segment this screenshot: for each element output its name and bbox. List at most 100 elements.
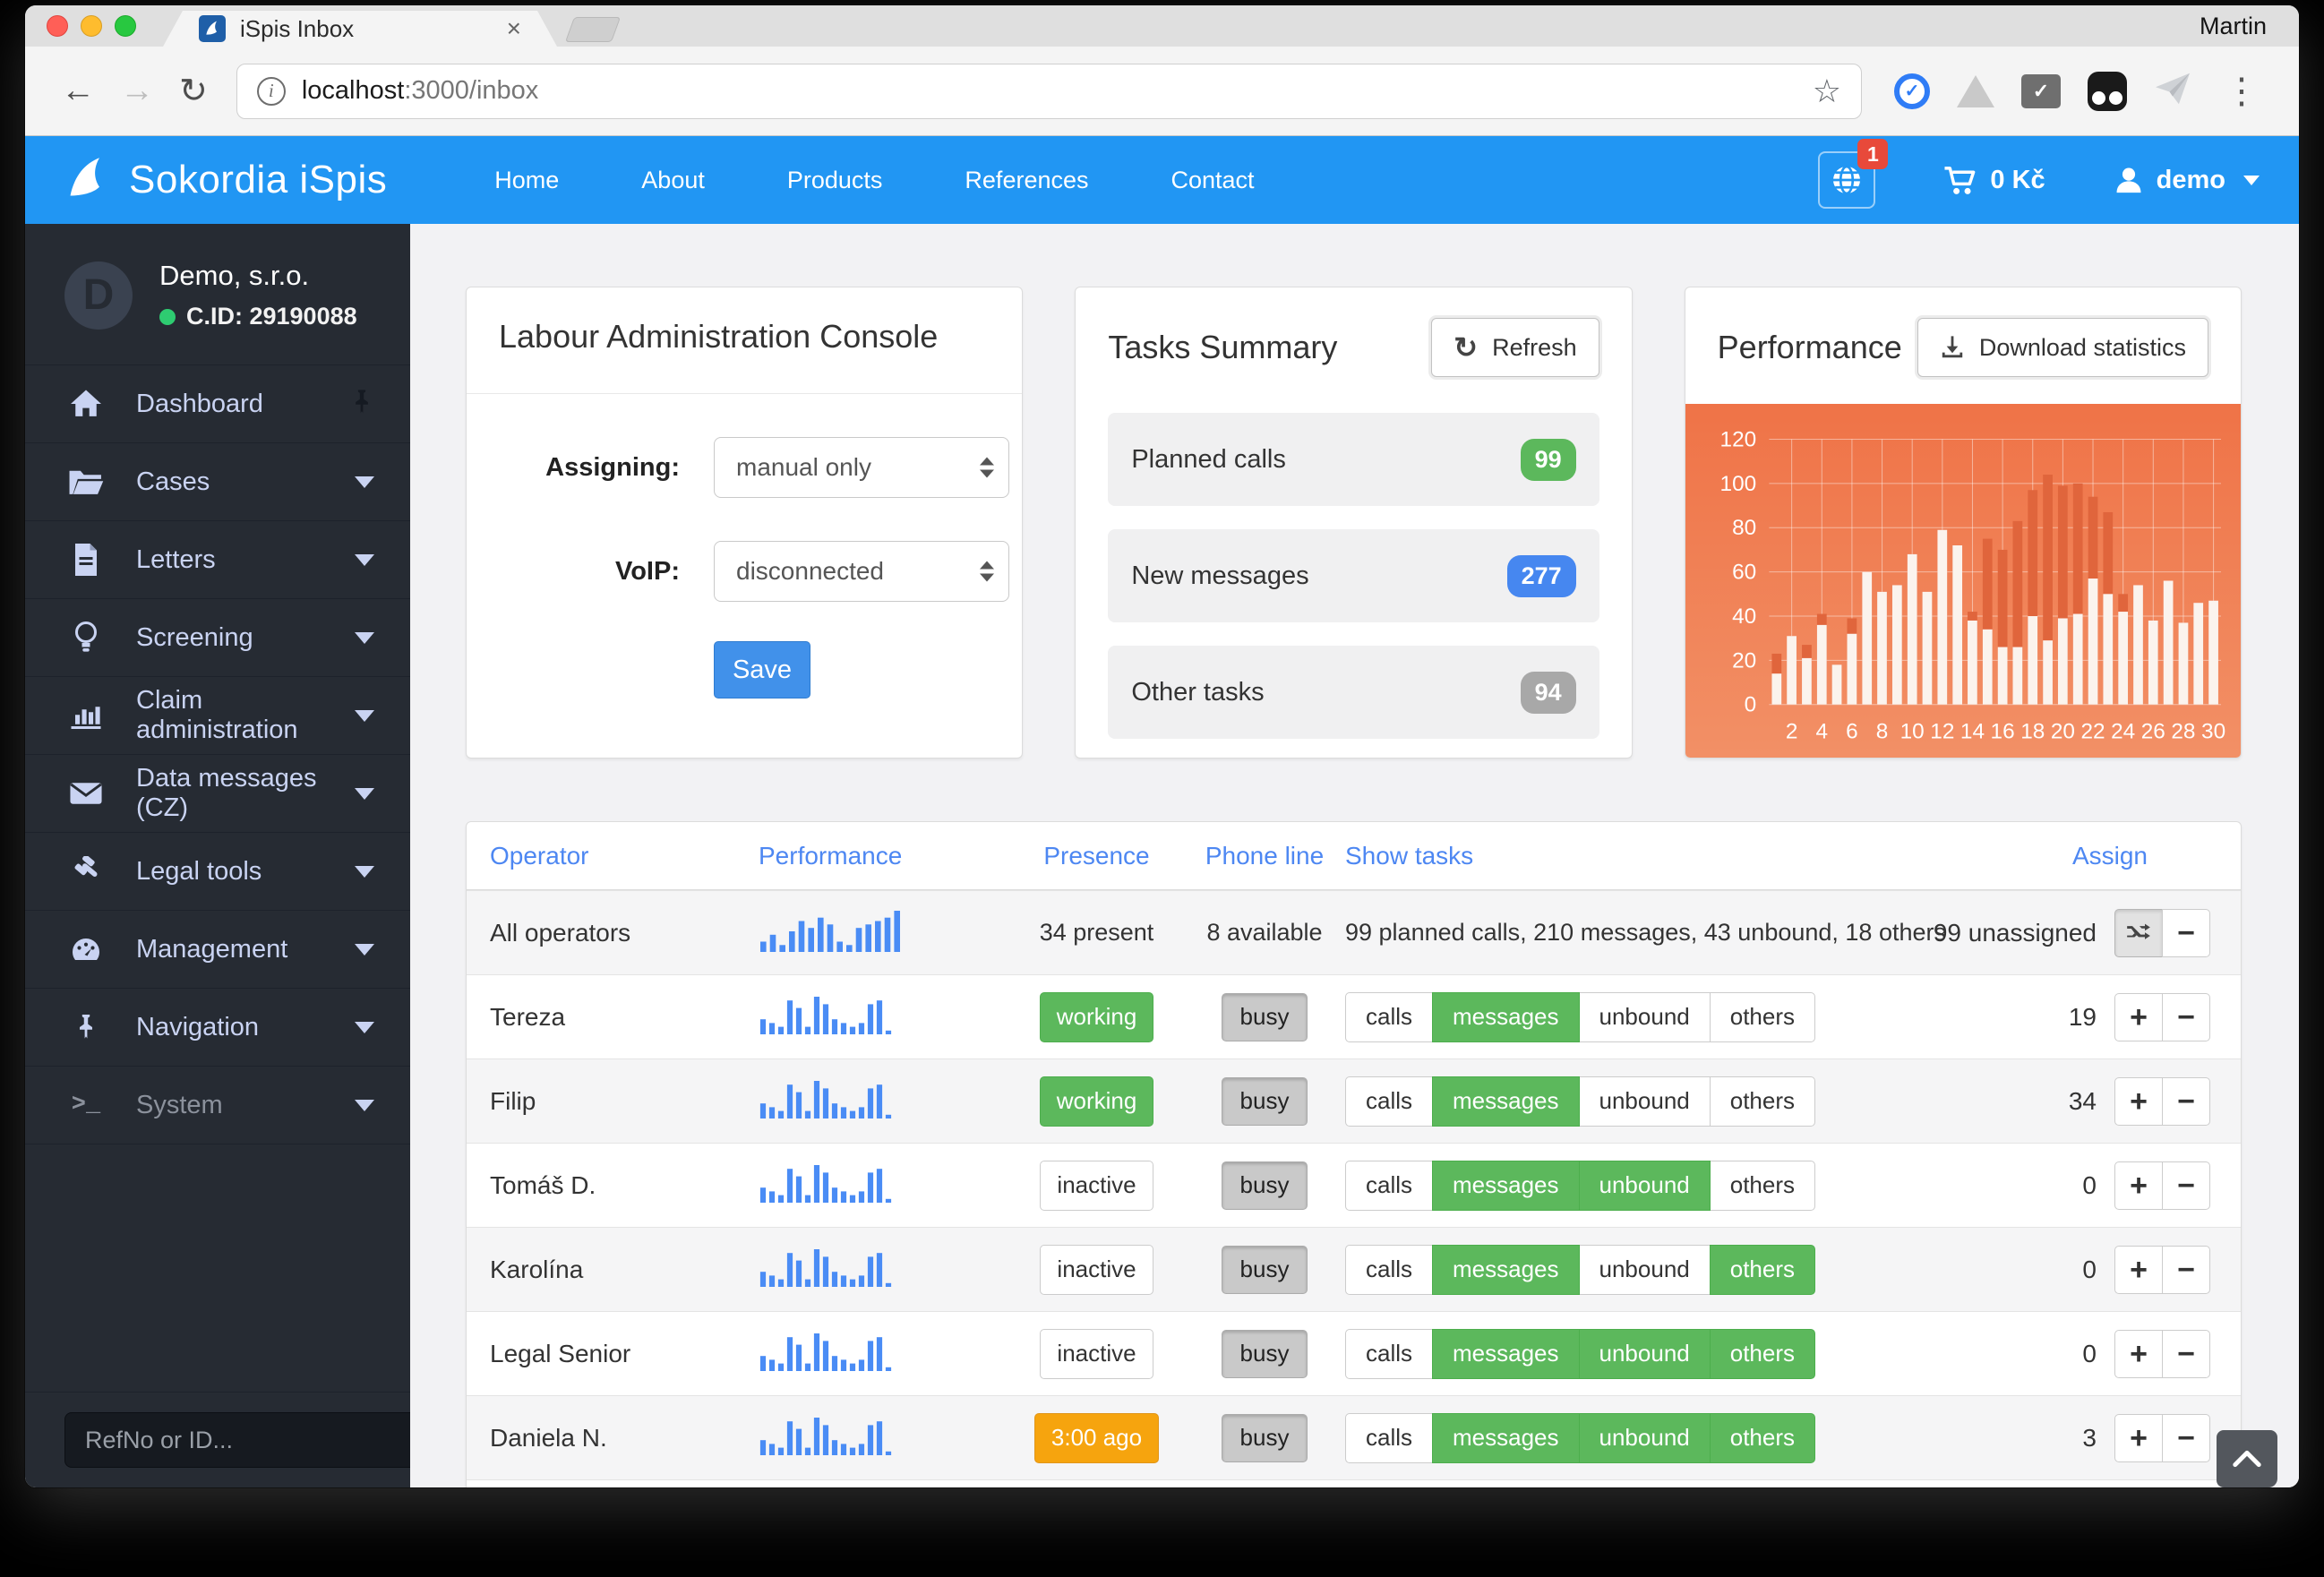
minimize-window-button[interactable]	[81, 15, 102, 37]
phone-line-button[interactable]: busy	[1222, 1414, 1308, 1462]
nav-link-contact[interactable]: Contact	[1171, 167, 1255, 194]
browser-profile-name[interactable]: Martin	[2200, 13, 2267, 40]
assign-plus-button[interactable]: +	[2114, 1246, 2163, 1294]
assign-plus-button[interactable]: +	[2114, 1330, 2163, 1378]
headphones-extension-icon[interactable]	[2088, 72, 2127, 111]
phone-line-button[interactable]: busy	[1222, 1077, 1308, 1126]
pin-icon[interactable]	[349, 389, 374, 420]
phone-line-button[interactable]: busy	[1222, 993, 1308, 1041]
save-button[interactable]: Save	[714, 641, 810, 699]
inbox-check-extension-icon[interactable]: ✓	[2021, 74, 2061, 108]
zoom-window-button[interactable]	[115, 15, 136, 37]
voip-select[interactable]: disconnected	[714, 541, 1009, 602]
others-toggle-button[interactable]: others	[1710, 1329, 1815, 1379]
unassign-minus-button[interactable]: −	[2162, 909, 2210, 957]
sidebar-item-navigation[interactable]: Navigation	[25, 989, 410, 1067]
task-item-planned-calls[interactable]: Planned calls 99	[1108, 413, 1599, 506]
user-menu[interactable]: demo	[2114, 165, 2260, 195]
assign-plus-button[interactable]: +	[2114, 1077, 2163, 1126]
calls-toggle-button[interactable]: calls	[1345, 992, 1433, 1042]
others-toggle-button[interactable]: others	[1710, 1161, 1815, 1211]
presence-button[interactable]: inactive	[1040, 1245, 1153, 1295]
sidebar-item-claim-administration[interactable]: Claim administration	[25, 677, 410, 755]
browser-menu-icon[interactable]: ⋮	[2224, 71, 2260, 112]
tab-close-icon[interactable]: ×	[507, 14, 521, 43]
nav-link-products[interactable]: Products	[787, 167, 883, 194]
calls-toggle-button[interactable]: calls	[1345, 1161, 1433, 1211]
sync-check-extension-icon[interactable]: ✓	[1894, 73, 1930, 109]
col-header-assign[interactable]: Assign	[2017, 842, 2241, 870]
scroll-to-top-button[interactable]	[2217, 1430, 2277, 1487]
close-window-button[interactable]	[47, 15, 68, 37]
auto-assign-shuffle-button[interactable]	[2114, 909, 2163, 957]
assign-minus-button[interactable]: −	[2162, 1414, 2210, 1462]
sidebar-item-cases[interactable]: Cases	[25, 443, 410, 521]
calls-toggle-button[interactable]: calls	[1345, 1076, 1433, 1127]
presence-button[interactable]: inactive	[1040, 1329, 1153, 1379]
messages-toggle-button[interactable]: messages	[1432, 1413, 1580, 1463]
messages-toggle-button[interactable]: messages	[1432, 992, 1580, 1042]
unbound-toggle-button[interactable]: unbound	[1579, 992, 1711, 1042]
assign-plus-button[interactable]: +	[2114, 1161, 2163, 1210]
unbound-toggle-button[interactable]: unbound	[1579, 1329, 1711, 1379]
phone-line-button[interactable]: busy	[1222, 1246, 1308, 1294]
url-text[interactable]: localhost:3000/inbox	[302, 76, 538, 106]
reload-icon[interactable]: ↻	[179, 71, 208, 111]
unbound-toggle-button[interactable]: unbound	[1579, 1413, 1711, 1463]
assign-minus-button[interactable]: −	[2162, 1161, 2210, 1210]
sidebar-item-system[interactable]: >_ System	[25, 1067, 410, 1144]
assign-minus-button[interactable]: −	[2162, 1330, 2210, 1378]
site-info-icon[interactable]: i	[257, 77, 286, 106]
messages-toggle-button[interactable]: messages	[1432, 1076, 1580, 1127]
cart-button[interactable]: 0 Kč	[1943, 164, 2045, 196]
assign-plus-button[interactable]: +	[2114, 993, 2163, 1041]
calls-toggle-button[interactable]: calls	[1345, 1413, 1433, 1463]
phone-line-button[interactable]: busy	[1222, 1330, 1308, 1378]
sidebar-item-management[interactable]: Management	[25, 911, 410, 989]
presence-button[interactable]: inactive	[1040, 1161, 1153, 1211]
calls-toggle-button[interactable]: calls	[1345, 1245, 1433, 1295]
assigning-select[interactable]: manual only	[714, 437, 1009, 498]
sidebar-item-screening[interactable]: Screening	[25, 599, 410, 677]
sidebar-item-data-messages[interactable]: Data messages (CZ)	[25, 755, 410, 833]
forward-icon[interactable]: →	[120, 72, 154, 110]
calls-toggle-button[interactable]: calls	[1345, 1329, 1433, 1379]
task-item-other-tasks[interactable]: Other tasks 94	[1108, 646, 1599, 739]
new-tab-stub[interactable]	[565, 17, 621, 42]
others-toggle-button[interactable]: others	[1710, 1245, 1815, 1295]
sidebar-item-letters[interactable]: Letters	[25, 521, 410, 599]
sidebar-item-legal-tools[interactable]: Legal tools	[25, 833, 410, 911]
url-bar[interactable]: i localhost:3000/inbox ☆	[236, 64, 1862, 119]
nav-link-home[interactable]: Home	[494, 167, 559, 194]
back-icon[interactable]: ←	[61, 72, 95, 110]
col-header-performance[interactable]: Performance	[759, 842, 1009, 870]
task-item-new-messages[interactable]: New messages 277	[1108, 529, 1599, 622]
others-toggle-button[interactable]: others	[1710, 992, 1815, 1042]
browser-tab[interactable]: iSpis Inbox ×	[163, 11, 557, 47]
presence-button[interactable]: working	[1040, 992, 1154, 1042]
brand[interactable]: Sokordia iSpis	[64, 155, 387, 206]
others-toggle-button[interactable]: others	[1710, 1076, 1815, 1127]
others-toggle-button[interactable]: others	[1710, 1413, 1815, 1463]
messages-toggle-button[interactable]: messages	[1432, 1329, 1580, 1379]
drive-triangle-extension-icon[interactable]	[1957, 75, 1994, 107]
download-statistics-button[interactable]: Download statistics	[1917, 318, 2208, 377]
refresh-button[interactable]: ↻ Refresh	[1431, 318, 1599, 377]
col-header-show-tasks[interactable]: Show tasks	[1345, 842, 1972, 870]
col-header-phone-line[interactable]: Phone line	[1184, 842, 1345, 870]
phone-line-button[interactable]: busy	[1222, 1161, 1308, 1210]
bookmark-star-icon[interactable]: ☆	[1813, 73, 1841, 110]
sidebar-item-dashboard[interactable]: Dashboard	[25, 365, 410, 443]
unbound-toggle-button[interactable]: unbound	[1579, 1076, 1711, 1127]
assign-plus-button[interactable]: +	[2114, 1414, 2163, 1462]
refno-search-input[interactable]	[64, 1412, 423, 1468]
paper-plane-extension-icon[interactable]	[2154, 72, 2191, 110]
presence-button[interactable]: 3:00 ago	[1034, 1413, 1159, 1463]
nav-link-about[interactable]: About	[641, 167, 705, 194]
unbound-toggle-button[interactable]: unbound	[1579, 1245, 1711, 1295]
nav-link-references[interactable]: References	[965, 167, 1088, 194]
messages-toggle-button[interactable]: messages	[1432, 1161, 1580, 1211]
col-header-presence[interactable]: Presence	[1009, 842, 1184, 870]
language-globe-button[interactable]: 1	[1818, 151, 1875, 209]
unbound-toggle-button[interactable]: unbound	[1579, 1161, 1711, 1211]
